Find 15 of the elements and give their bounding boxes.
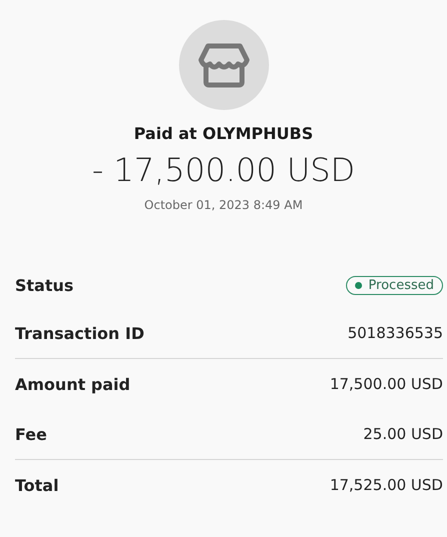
merchant-title: Paid at OLYMPHUBS (134, 124, 314, 143)
detail-value: 25.00 USD (363, 425, 443, 443)
amount: - 17,500.00 USD (92, 151, 356, 189)
detail-value: 5018336535 (348, 324, 443, 342)
detail-value: 17,500.00 USD (330, 375, 443, 393)
detail-label: Amount paid (15, 374, 130, 394)
store-icon (198, 42, 250, 88)
status-dot-icon (355, 282, 362, 288)
detail-label: Status (15, 276, 74, 294)
detail-label: Transaction ID (15, 324, 144, 342)
status-text: Processed (368, 278, 434, 292)
detail-value: 17,525.00 USD (330, 476, 443, 494)
detail-label: Fee (15, 424, 47, 444)
date: October 01, 2023 8:49 AM (144, 198, 303, 212)
detail-label: Total (15, 476, 59, 494)
